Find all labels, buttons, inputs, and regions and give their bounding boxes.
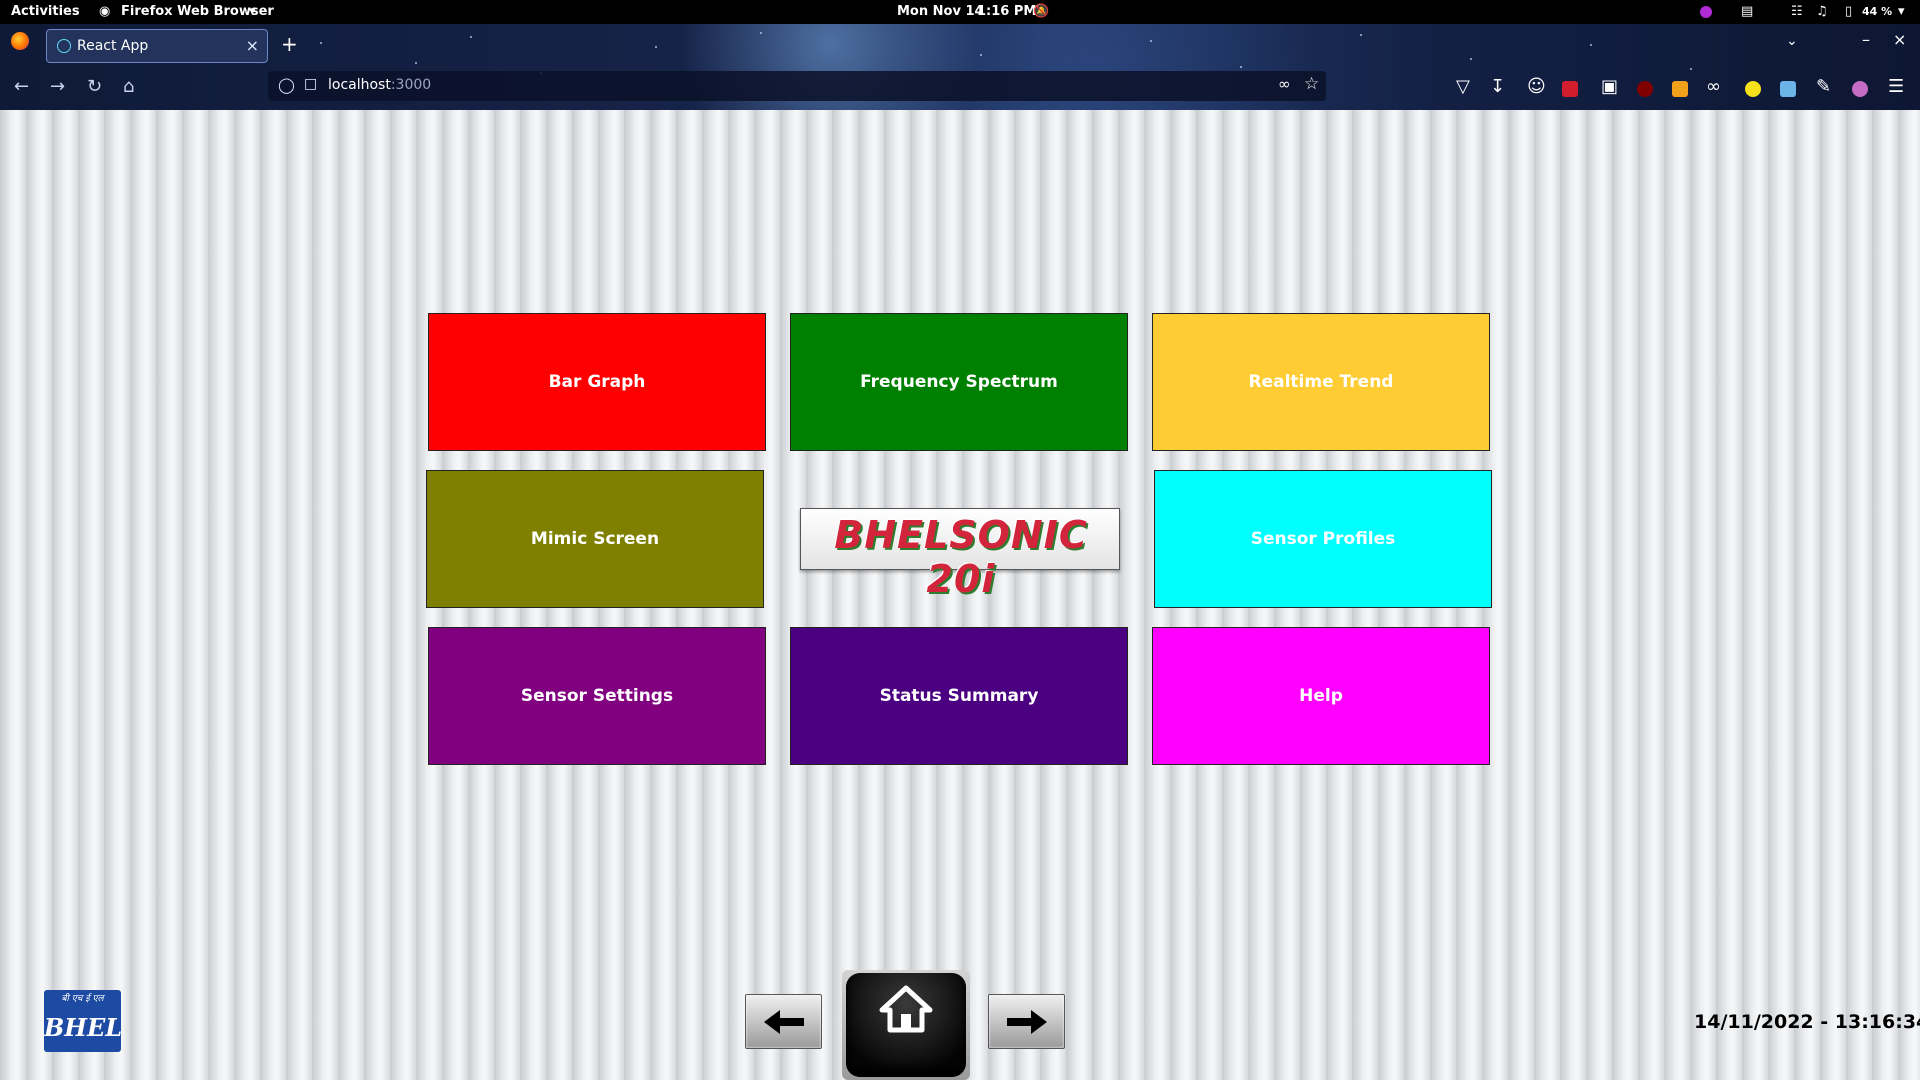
url-text[interactable]: localhost:3000 bbox=[328, 77, 431, 93]
react-favicon-icon bbox=[57, 39, 71, 53]
bhel-logo: बी एच ई एल BHEL bbox=[44, 990, 123, 1052]
system-top-bar: Activities ◉ Firefox Web Browser ▾ Mon N… bbox=[0, 0, 1920, 24]
extension-face-icon[interactable] bbox=[1745, 81, 1761, 97]
screenshot-extension-icon[interactable] bbox=[1780, 81, 1796, 97]
firefox-logo-icon bbox=[11, 32, 29, 50]
profile-extension-icon[interactable] bbox=[1852, 81, 1868, 97]
sensor-settings-button[interactable]: Sensor Settings bbox=[428, 627, 766, 765]
close-tab-icon[interactable]: × bbox=[246, 36, 259, 55]
tab-title: React App bbox=[77, 38, 149, 54]
status-summary-button[interactable]: Status Summary bbox=[790, 627, 1128, 765]
clock-date[interactable]: Mon Nov 14 bbox=[897, 0, 984, 24]
list-all-tabs-chevron-icon[interactable]: ⌄ bbox=[1786, 33, 1798, 49]
address-bar[interactable]: ◯ □ localhost:3000 ∞ ☆ bbox=[268, 71, 1326, 101]
help-button[interactable]: Help bbox=[1152, 627, 1490, 765]
datetime-display: 14/11/2022 - 13:16:34 bbox=[1694, 1011, 1920, 1033]
bhelsonic-logo-text: BHELSONIC 20i bbox=[834, 513, 1088, 601]
battery-icon[interactable]: ▯ bbox=[1845, 0, 1852, 24]
firefox-app-icon: ◉ bbox=[99, 4, 111, 19]
back-button[interactable] bbox=[745, 994, 822, 1049]
forward-nav-icon[interactable]: → bbox=[50, 76, 65, 97]
pencil-extension-icon[interactable]: ✎ bbox=[1816, 76, 1831, 97]
system-menu-chevron-icon[interactable]: ▾ bbox=[1898, 0, 1905, 24]
activities-button[interactable]: Activities bbox=[11, 0, 80, 24]
frequency-spectrum-button[interactable]: Frequency Spectrum bbox=[790, 313, 1128, 451]
bar-graph-button[interactable]: Bar Graph bbox=[428, 313, 766, 451]
sensor-profiles-button[interactable]: Sensor Profiles bbox=[1154, 470, 1492, 608]
forward-button[interactable] bbox=[988, 994, 1065, 1049]
browser-chrome: React App × + ⌄ – × ← → ↻ ⌂ ◯ □ localhos… bbox=[0, 24, 1920, 110]
bhel-logo-text: BHEL bbox=[44, 1013, 123, 1042]
private-mask-icon[interactable]: ∞ bbox=[1278, 75, 1291, 93]
downloads-icon[interactable]: ↧ bbox=[1490, 76, 1505, 97]
volume-icon[interactable]: ♫ bbox=[1816, 0, 1828, 24]
display-icon[interactable]: ▤ bbox=[1741, 0, 1753, 24]
tab-react-app[interactable]: React App × bbox=[46, 29, 268, 63]
ublock-icon[interactable] bbox=[1637, 81, 1653, 97]
extension-red-icon[interactable] bbox=[1562, 81, 1578, 97]
pocket-icon[interactable]: ▽ bbox=[1456, 76, 1470, 97]
mask-extension-icon[interactable]: ∞ bbox=[1706, 76, 1721, 97]
home-button[interactable] bbox=[842, 970, 970, 1080]
reading-list-icon[interactable]: ▣ bbox=[1601, 76, 1618, 97]
hamburger-menu-icon[interactable]: ☰ bbox=[1888, 76, 1904, 97]
network-icon[interactable]: ☷ bbox=[1791, 0, 1803, 24]
back-nav-icon[interactable]: ← bbox=[14, 76, 29, 97]
mimic-screen-button[interactable]: Mimic Screen bbox=[426, 470, 764, 608]
tracking-protection-shield-icon[interactable]: ◯ bbox=[278, 76, 295, 94]
bookmark-star-icon[interactable]: ☆ bbox=[1304, 74, 1319, 94]
notifications-off-icon: 🔕 bbox=[1033, 4, 1050, 19]
chevron-down-icon: ▾ bbox=[249, 4, 256, 19]
home-icon bbox=[879, 985, 933, 1033]
arrow-left-icon bbox=[764, 1010, 804, 1034]
bhelsonic-logo: BHELSONIC 20i bbox=[800, 508, 1120, 601]
page-info-icon[interactable]: □ bbox=[304, 76, 317, 92]
minimize-window-icon[interactable]: – bbox=[1862, 30, 1870, 49]
clock-time[interactable]: 1:16 PM bbox=[977, 0, 1036, 24]
close-window-icon[interactable]: × bbox=[1893, 30, 1906, 49]
battery-percent: 44 % bbox=[1862, 5, 1893, 18]
color-picker-icon[interactable] bbox=[1700, 6, 1712, 18]
account-icon[interactable]: ☺ bbox=[1527, 76, 1546, 97]
home-nav-icon[interactable]: ⌂ bbox=[123, 76, 134, 97]
arrow-right-icon bbox=[1007, 1010, 1047, 1034]
extension-yellow-icon[interactable] bbox=[1672, 81, 1688, 97]
new-tab-button[interactable]: + bbox=[281, 32, 298, 56]
realtime-trend-button[interactable]: Realtime Trend bbox=[1152, 313, 1490, 451]
bhel-logo-hindi: बी एच ई एल bbox=[61, 994, 104, 1004]
reload-icon[interactable]: ↻ bbox=[87, 76, 102, 97]
